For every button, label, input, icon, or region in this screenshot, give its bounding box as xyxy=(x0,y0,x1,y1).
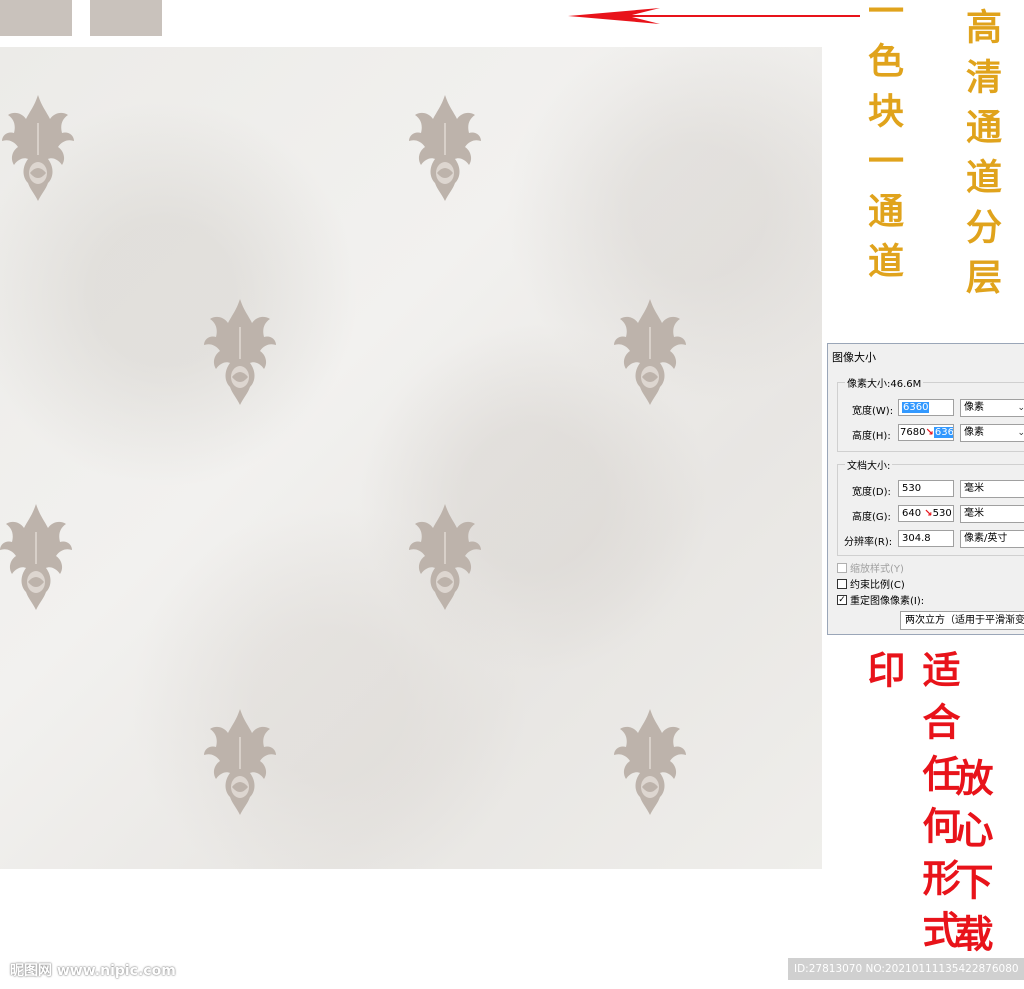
damask-motif xyxy=(0,503,73,611)
resolution-unit-select[interactable]: 像素/英寸 xyxy=(960,530,1024,548)
resample-image-checkbox[interactable]: ✓ 重定图像像素(I): xyxy=(837,592,924,607)
damask-pattern-preview xyxy=(0,47,822,869)
doc-height-input[interactable]: 640 ↘530 xyxy=(898,505,954,522)
constrain-proportions-checkbox[interactable]: 约束比例(C) xyxy=(837,576,905,591)
damask-motif xyxy=(1,94,75,202)
color-swatch-2 xyxy=(90,0,162,36)
damask-motif xyxy=(408,94,482,202)
dialog-title: 图像大小 xyxy=(832,351,876,364)
resample-method-select[interactable]: 两次立方（适用于平滑渐变 xyxy=(900,611,1024,630)
doc-width-input[interactable]: 530 xyxy=(898,480,954,497)
height-label: 高度(H): xyxy=(852,431,891,442)
damask-motif xyxy=(203,708,277,816)
doc-height-label: 高度(G): xyxy=(852,512,891,523)
damask-motif xyxy=(408,503,482,611)
height-unit-select[interactable]: 像素⌄ xyxy=(960,424,1024,442)
width-input[interactable]: 6360 xyxy=(898,399,954,416)
width-label: 宽度(W): xyxy=(852,406,894,417)
scale-styles-checkbox[interactable]: 缩放样式(Y) xyxy=(837,560,904,575)
height-input[interactable]: 7680↘6360 xyxy=(898,424,954,441)
doc-width-unit-select[interactable]: 毫米 xyxy=(960,480,1024,498)
chevron-down-icon: ⌄ xyxy=(1017,425,1024,441)
damask-motif xyxy=(203,298,277,406)
width-unit-select[interactable]: 像素⌄ xyxy=(960,399,1024,417)
doc-width-label: 宽度(D): xyxy=(852,487,891,498)
resolution-input[interactable]: 304.8 xyxy=(898,530,954,547)
nipic-watermark: 昵图网 www.nipic.com xyxy=(10,963,176,979)
chevron-down-icon: ⌄ xyxy=(1017,400,1024,416)
damask-motif xyxy=(613,708,687,816)
doc-height-unit-select[interactable]: 毫米 xyxy=(960,505,1024,523)
resolution-label: 分辨率(R): xyxy=(844,537,893,548)
channel-note: 一色块一通道 xyxy=(862,0,904,292)
layer-note: 高清通道分层 xyxy=(960,8,1002,308)
image-id-watermark: ID:27813070 NO:20210111135422876080 xyxy=(788,958,1024,980)
image-size-dialog: 图像大小 像素大小:46.6M 宽度(W): 6360 像素⌄ 高度(H): 7… xyxy=(827,343,1024,635)
download-note: 放心下载 xyxy=(949,758,994,966)
doc-group-label: 文档大小: xyxy=(845,457,893,472)
color-swatch-1 xyxy=(0,0,72,36)
damask-motif xyxy=(613,298,687,406)
red-arrow-icon xyxy=(568,8,860,24)
pixel-group-label: 像素大小:46.6M xyxy=(845,375,924,390)
